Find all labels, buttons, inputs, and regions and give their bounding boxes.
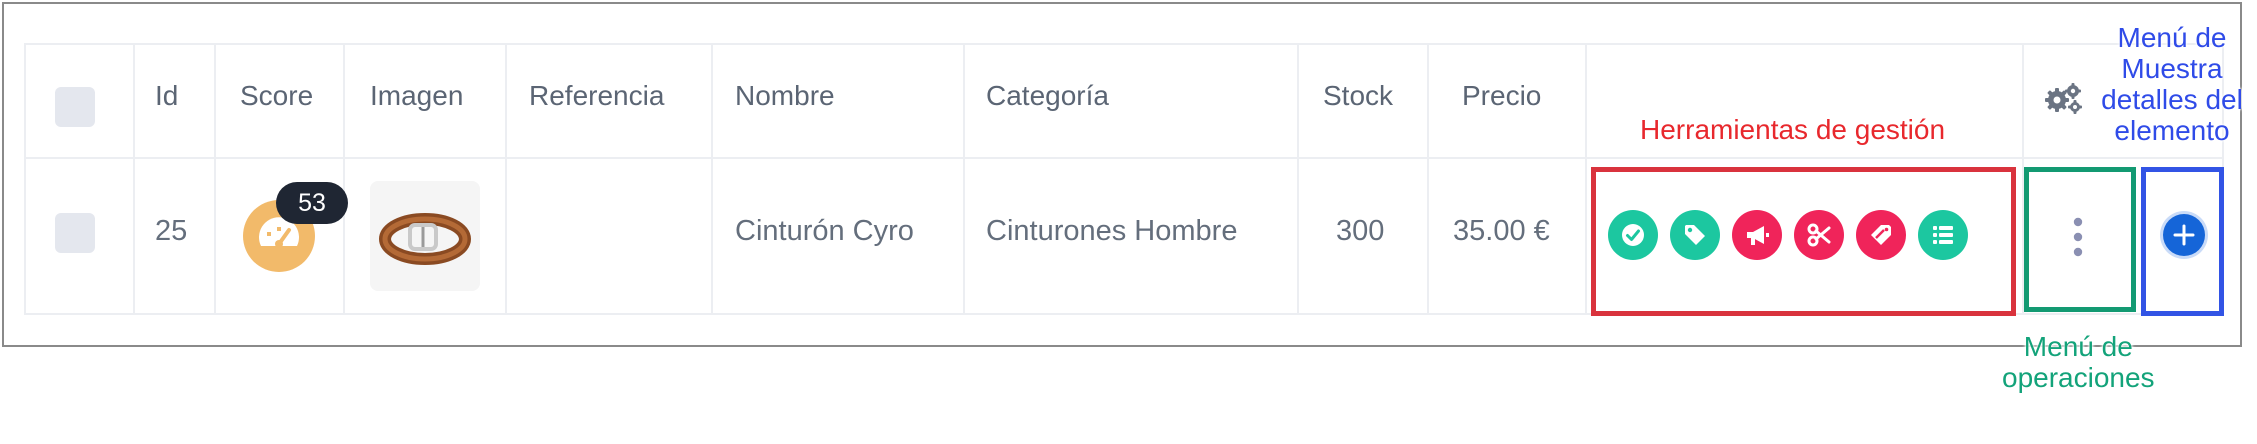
column-divider: [1297, 43, 1299, 315]
table-header-divider: [24, 157, 2224, 159]
cell-nombre: Cinturón Cyro: [735, 215, 914, 247]
cell-precio: 35.00 €: [1453, 215, 1550, 247]
header-referencia[interactable]: Referencia: [529, 80, 664, 112]
header-stock[interactable]: Stock: [1323, 80, 1393, 112]
cell-id: 25: [155, 215, 188, 247]
settings-gears-icon[interactable]: [2043, 80, 2083, 116]
score-badge: 53: [276, 182, 348, 224]
details-menu-label-line: Menú de: [2117, 22, 2227, 53]
column-divider: [1585, 43, 1587, 315]
operations-menu-label: Menú de operaciones: [2002, 331, 2155, 393]
column-divider: [963, 43, 965, 315]
details-menu-label: Menú de Muestra detalles del elemento: [2092, 22, 2252, 146]
select-all-checkbox[interactable]: [55, 87, 95, 127]
product-image[interactable]: [370, 181, 480, 291]
row-checkbox[interactable]: [55, 213, 95, 253]
details-menu-label-line: Muestra: [2121, 53, 2223, 84]
operations-menu-label-line: Menú de: [2023, 331, 2133, 362]
header-nombre[interactable]: Nombre: [735, 80, 835, 112]
operations-menu-label-line: operaciones: [2002, 362, 2155, 393]
column-divider: [343, 43, 345, 315]
header-score[interactable]: Score: [240, 80, 313, 112]
column-divider: [133, 43, 135, 315]
cell-stock: 300: [1336, 215, 1385, 247]
column-divider: [1427, 43, 1429, 315]
management-tools-label: Herramientas de gestión: [1640, 114, 1946, 145]
header-id[interactable]: Id: [155, 80, 178, 112]
operations-menu-highlight: [2024, 167, 2136, 312]
column-divider: [505, 43, 507, 315]
details-menu-label-line: detalles del: [2101, 84, 2243, 115]
header-categoria[interactable]: Categoría: [986, 80, 1109, 112]
management-tools-highlight: [1591, 167, 2016, 316]
column-divider: [214, 43, 216, 315]
cell-categoria: Cinturones Hombre: [986, 215, 1238, 247]
header-imagen[interactable]: Imagen: [370, 80, 463, 112]
details-menu-highlight: [2141, 167, 2224, 316]
column-divider: [711, 43, 713, 315]
details-menu-label-line: elemento: [2114, 115, 2230, 146]
header-precio[interactable]: Precio: [1462, 80, 1541, 112]
